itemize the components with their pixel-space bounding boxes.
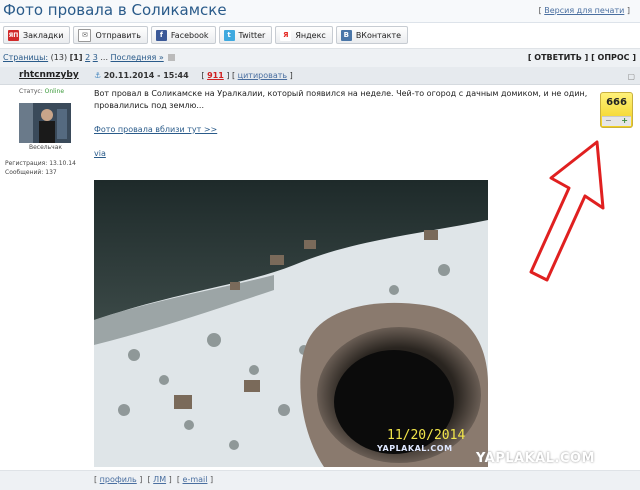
- print-version-link-wrap: [ Версия для печати ]: [538, 6, 630, 15]
- current-page: [1]: [69, 53, 83, 62]
- poll-button[interactable]: [ ОПРОС ]: [591, 53, 636, 62]
- page-title: Фото провала в Соликамске: [3, 1, 227, 19]
- facebook-icon: f: [155, 29, 167, 41]
- rating-controls: − +: [602, 116, 631, 126]
- share-button-bookmarks[interactable]: ЯП Закладки: [3, 26, 71, 44]
- share-button-twitter[interactable]: t Twitter: [218, 26, 273, 44]
- photo-date-stamp: 11/20/2014: [387, 428, 466, 443]
- share-button-vk[interactable]: В ВКонтакте: [335, 26, 409, 44]
- share-label: Facebook: [170, 30, 209, 40]
- share-button-yandex[interactable]: Я Яндекс: [275, 26, 333, 44]
- title-bar: Фото провала в Соликамске [ Версия для п…: [0, 0, 640, 23]
- pages-ellipsis: ...: [100, 53, 108, 62]
- print-version-link[interactable]: Версия для печати: [544, 6, 624, 15]
- share-label: Яндекс: [295, 30, 326, 40]
- pm-link[interactable]: ЛМ: [153, 475, 166, 484]
- closeup-link[interactable]: Фото провала вблизи тут >>: [94, 125, 217, 134]
- pagination-bar: Страницы: (13) [1] 2 3 ... Последняя » […: [0, 48, 640, 68]
- status-label: Статус:: [19, 88, 43, 95]
- page-3-link[interactable]: 3: [93, 53, 98, 62]
- author-links: [ профиль ] [ ЛМ ] [ e-mail ]: [94, 475, 214, 484]
- author-sidebar: Статус: Online Весельчак Регистрация: 13…: [0, 85, 88, 465]
- avatar-image: [19, 103, 71, 143]
- author-stats: Регистрация: 13.10.14 Сообщений: 137: [5, 159, 76, 177]
- msgs-count: 137: [45, 169, 57, 176]
- avatar[interactable]: [19, 103, 71, 143]
- post-text: Вот провал в Соликамске на Уралкалии, ко…: [94, 89, 588, 110]
- last-page-link[interactable]: Последняя »: [111, 53, 164, 62]
- pagination: Страницы: (13) [1] 2 3 ... Последняя »: [3, 53, 176, 62]
- yap-icon: ЯП: [8, 29, 19, 41]
- mail-icon: ✉: [78, 28, 92, 42]
- rating-value: 666: [606, 97, 627, 108]
- pages-count: (13): [50, 53, 68, 62]
- share-label: Отправить: [95, 30, 141, 40]
- via-link[interactable]: via: [94, 149, 106, 158]
- sinkhole-photo: 11/20/2014 YAPLAKAL.COM: [94, 180, 488, 467]
- reg-date: 13.10.14: [49, 160, 76, 167]
- site-watermark: YAPLAKAL.COM: [476, 451, 595, 466]
- post-number[interactable]: 911: [207, 71, 224, 80]
- msgs-label: Сообщений:: [5, 169, 44, 176]
- quote-icon[interactable]: ▢: [627, 72, 635, 81]
- status-online: Online: [44, 88, 65, 95]
- reg-label: Регистрация:: [5, 160, 48, 167]
- share-label: ВКонтакте: [355, 30, 402, 40]
- profile-link[interactable]: профиль: [100, 475, 137, 484]
- email-link[interactable]: e-mail: [183, 475, 208, 484]
- yandex-icon: Я: [280, 29, 292, 41]
- post-body: Вот провал в Соликамске на Уралкалии, ко…: [94, 88, 594, 160]
- sinkhole-image: [94, 180, 488, 467]
- vk-icon: В: [340, 29, 352, 41]
- red-arrow-annotation: [529, 140, 605, 282]
- post-link-icon[interactable]: ⚓: [94, 71, 101, 80]
- author-status: Статус: Online: [19, 88, 64, 95]
- author-rank: Весельчак: [29, 144, 63, 151]
- post-date: 20.11.2014 - 15:44: [103, 71, 189, 80]
- twitter-icon: t: [223, 29, 235, 41]
- post-meta: ⚓ 20.11.2014 - 15:44 [ 911 ] [ цитироват…: [94, 71, 293, 80]
- pages-dropdown-icon[interactable]: [168, 54, 176, 61]
- topic-actions: [ ОТВЕТИТЬ ] [ ОПРОС ]: [528, 53, 636, 62]
- rating-box: 666 − +: [600, 92, 633, 128]
- share-label: Закладки: [23, 30, 64, 40]
- author-name[interactable]: rhtcnmzyby: [19, 70, 79, 80]
- cite-link[interactable]: цитировать: [238, 71, 287, 80]
- share-button-facebook[interactable]: f Facebook: [150, 26, 216, 44]
- share-toolbar: ЯП Закладки ✉ Отправить f Facebook t Twitter…: [3, 26, 409, 44]
- page-2-link[interactable]: 2: [85, 53, 90, 62]
- photo-watermark: YAPLAKAL.COM: [377, 444, 453, 453]
- rate-up-button[interactable]: +: [621, 116, 628, 125]
- share-label: Twitter: [238, 30, 266, 40]
- rate-down-button[interactable]: −: [605, 116, 612, 125]
- share-button-send[interactable]: ✉ Отправить: [73, 26, 148, 44]
- pages-label[interactable]: Страницы:: [3, 53, 48, 62]
- post-footer: [ профиль ] [ ЛМ ] [ e-mail ]: [0, 470, 640, 490]
- post-header: rhtcnmzyby ⚓ 20.11.2014 - 15:44 [ 911 ] …: [0, 67, 640, 85]
- reply-button[interactable]: [ ОТВЕТИТЬ ]: [528, 53, 588, 62]
